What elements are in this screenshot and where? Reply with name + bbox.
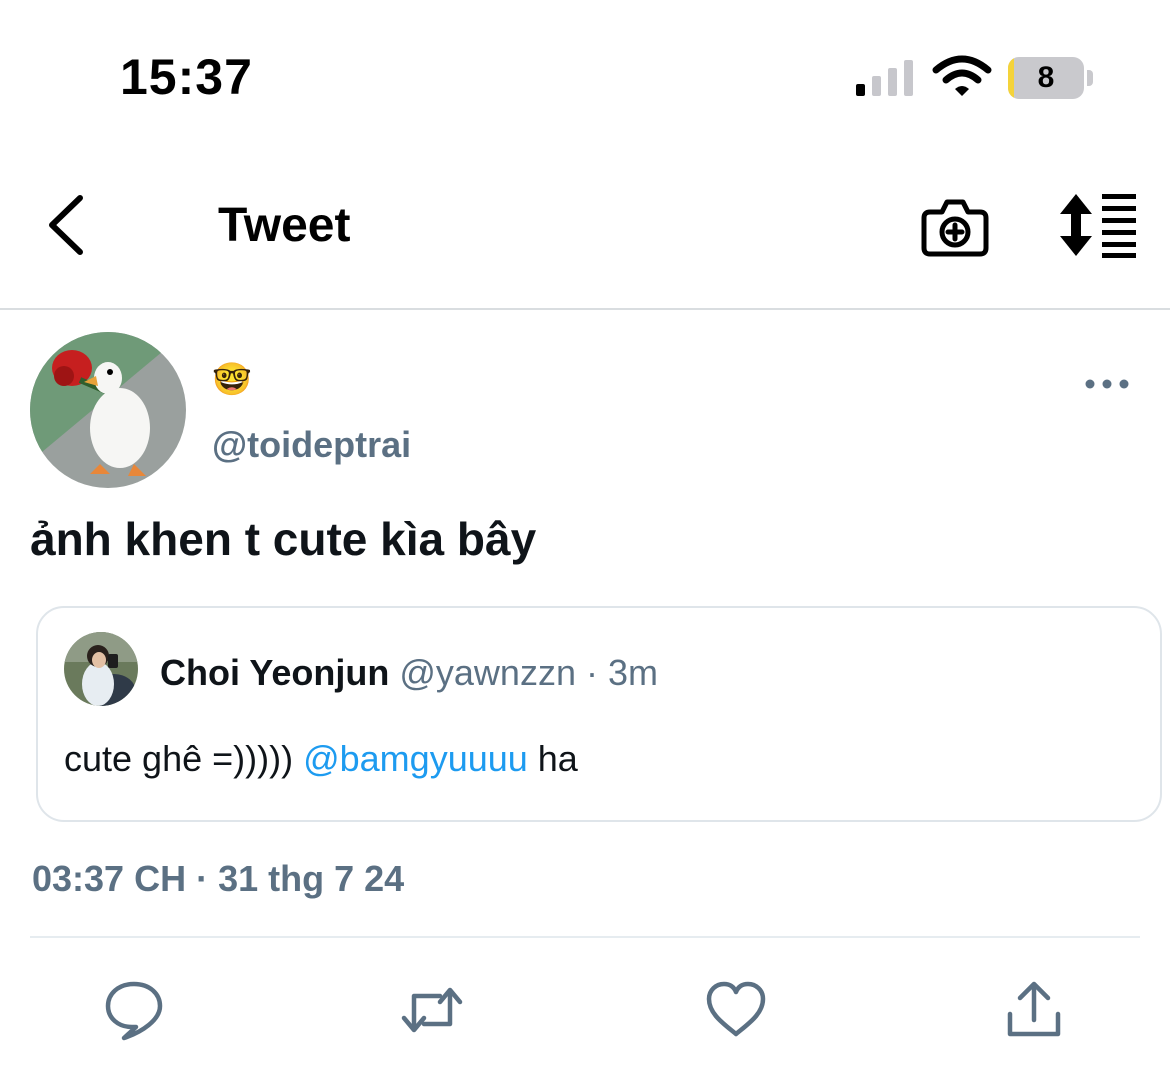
camera-add-button[interactable] [920, 190, 990, 260]
tweet-text: ảnh khen t cute kìa bây [30, 513, 537, 565]
wifi-icon [932, 54, 992, 100]
quote-separator: · [585, 652, 598, 693]
battery-body: 8 [1008, 57, 1084, 99]
quote-avatar[interactable] [64, 632, 138, 706]
battery-cap [1087, 70, 1093, 86]
like-button[interactable] [704, 978, 768, 1042]
quote-time: 3m [608, 652, 659, 693]
quoted-tweet-card[interactable]: Choi Yeonjun @yawnzzn · 3m cute ghê =)))… [36, 606, 1162, 822]
status-time: 15:37 [120, 49, 253, 105]
quote-text-before: cute ghê =))))) [64, 738, 304, 779]
share-icon [1007, 981, 1061, 1037]
reply-button[interactable] [102, 978, 166, 1042]
avatar[interactable] [30, 332, 186, 488]
camera-add-icon [921, 199, 989, 257]
person-photo-avatar-image [64, 632, 138, 706]
tweet-timestamp: 03:37 CH · 31 thg 7 24 [32, 858, 405, 899]
page-title: Tweet [218, 199, 351, 252]
goose-avatar-image [30, 332, 186, 488]
quote-author-name[interactable]: Choi Yeonjun [160, 652, 389, 693]
mention-link[interactable]: @bamgyuuuu [303, 738, 528, 779]
nav-bar: Tweet [0, 150, 1170, 310]
like-icon [706, 981, 766, 1037]
more-button[interactable] [1084, 370, 1130, 398]
battery-icon: 8 [1008, 57, 1094, 99]
status-bar: 15:37 8 [0, 0, 1170, 150]
cellular-signal-icon [856, 58, 916, 98]
back-button[interactable] [36, 190, 96, 260]
display-name-emoji: 🤓 [212, 361, 252, 397]
quote-text: cute ghê =))))) @bamgyuuuu ha [64, 738, 578, 780]
divider [30, 936, 1140, 938]
battery-level: 8 [1037, 61, 1055, 94]
back-chevron-icon [49, 195, 83, 255]
reply-icon [105, 981, 163, 1041]
user-handle[interactable]: @toideptrai [212, 424, 411, 466]
share-button[interactable] [1002, 978, 1066, 1042]
retweet-button[interactable] [400, 978, 464, 1042]
sort-timeline-icon [1060, 194, 1136, 258]
more-horizontal-icon [1085, 379, 1129, 389]
quote-text-after: ha [527, 738, 578, 779]
retweet-icon [401, 987, 463, 1033]
quote-header: Choi Yeonjun @yawnzzn · 3m [160, 652, 658, 694]
sort-timeline-button[interactable] [1058, 192, 1138, 258]
quote-author-handle[interactable]: @yawnzzn [399, 652, 576, 693]
